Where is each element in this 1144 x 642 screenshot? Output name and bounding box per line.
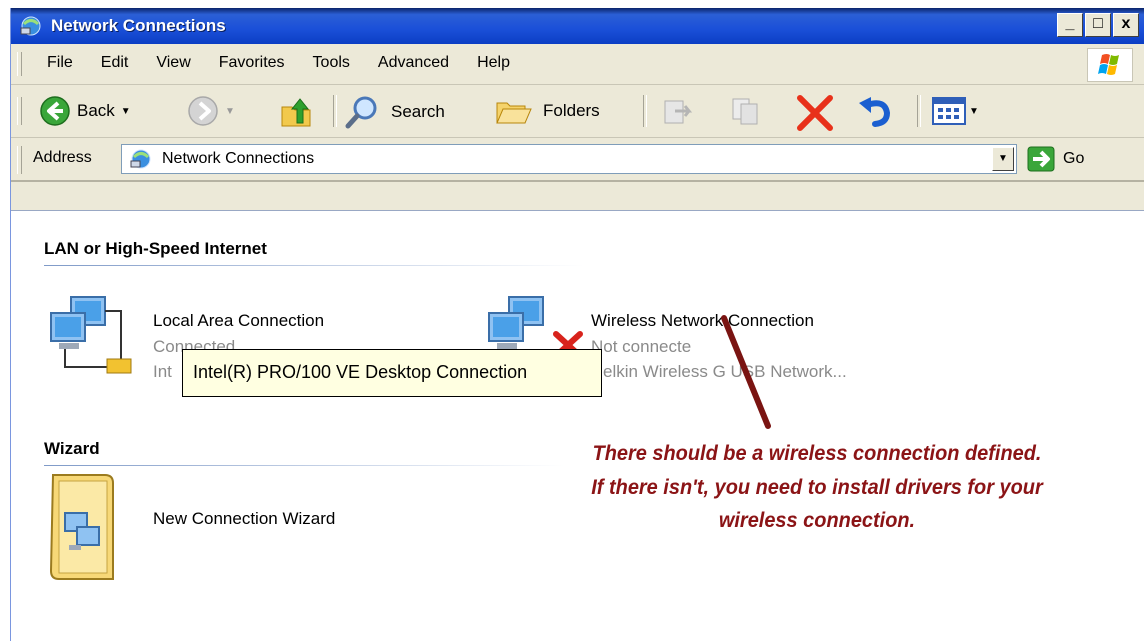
annotation-note: There should be a wireless connection de… [565,437,1069,538]
image-left-margin [0,0,10,641]
annotation-arrow [721,315,771,429]
annotation-line: If there isn't, you need to install driv… [591,475,1043,499]
annotation-line: There should be a wireless connection de… [592,442,1042,465]
annotation-line: wireless connection. [718,509,916,533]
